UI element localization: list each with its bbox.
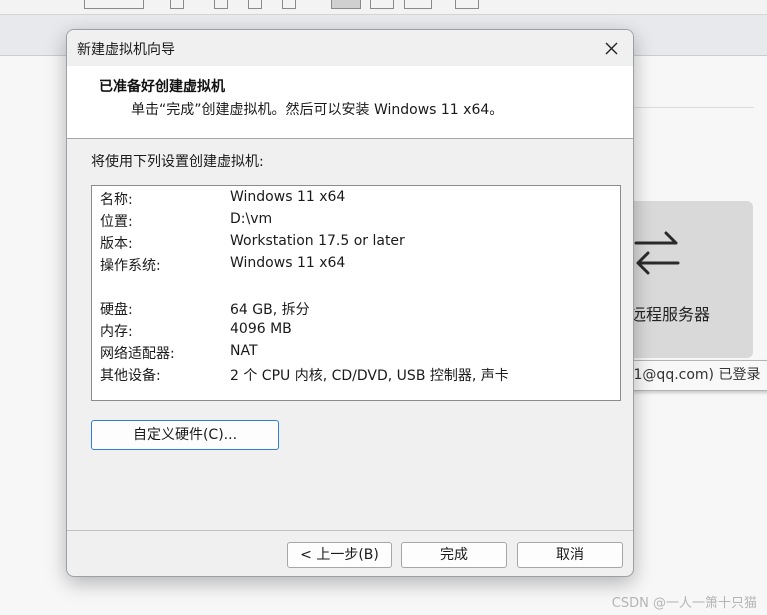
summary-label: 网络适配器: bbox=[100, 346, 175, 362]
settings-intro-text: 将使用下列设置创建虚拟机: bbox=[91, 154, 264, 170]
dialog-titlebar[interactable]: 新建虚拟机向导 bbox=[67, 30, 633, 66]
toolbar-icon bbox=[214, 0, 228, 9]
summary-value: 64 GB, 拆分 bbox=[230, 302, 310, 318]
new-vm-wizard-dialog: 新建虚拟机向导 已准备好创建虚拟机 单击“完成”创建虚拟机。然后可以安装 Win… bbox=[66, 29, 634, 577]
summary-label: 操作系统: bbox=[100, 258, 161, 274]
summary-label: 其他设备: bbox=[100, 368, 161, 384]
toolbar-icon bbox=[370, 0, 394, 9]
background-divider bbox=[634, 107, 754, 108]
close-icon bbox=[605, 42, 618, 55]
wizard-header: 已准备好创建虚拟机 单击“完成”创建虚拟机。然后可以安装 Windows 11 … bbox=[67, 66, 633, 139]
toolbar-icon bbox=[248, 0, 262, 9]
summary-label: 硬盘: bbox=[100, 302, 133, 318]
settings-summary-box[interactable]: 名称: Windows 11 x64 位置: D:\vm 版本: Worksta… bbox=[91, 185, 621, 401]
remote-server-card[interactable]: 远程服务器 bbox=[620, 201, 753, 358]
toolbar-icon bbox=[282, 0, 296, 9]
summary-value: Workstation 17.5 or later bbox=[230, 233, 405, 249]
summary-value: 4096 MB bbox=[230, 321, 292, 337]
toolbar-icon bbox=[331, 0, 361, 9]
toolbar-icon bbox=[84, 0, 144, 9]
close-button[interactable] bbox=[597, 34, 627, 62]
summary-value: NAT bbox=[230, 343, 258, 359]
toolbar-icon bbox=[455, 0, 479, 9]
background-toolbar bbox=[0, 0, 767, 15]
summary-label: 名称: bbox=[100, 192, 133, 208]
remote-server-label: 远程服务器 bbox=[630, 305, 711, 324]
back-button[interactable]: < 上一步(B) bbox=[287, 542, 392, 568]
header-subtitle: 单击“完成”创建虚拟机。然后可以安装 Windows 11 x64。 bbox=[131, 102, 504, 118]
summary-value: 2 个 CPU 内核, CD/DVD, USB 控制器, 声卡 bbox=[230, 368, 509, 384]
watermark: CSDN @一人一箫十只猫 bbox=[611, 596, 757, 611]
summary-label: 内存: bbox=[100, 324, 133, 340]
finish-button[interactable]: 完成 bbox=[401, 542, 507, 568]
summary-value: D:\vm bbox=[230, 211, 273, 227]
summary-value: Windows 11 x64 bbox=[230, 255, 346, 271]
footer-divider bbox=[67, 530, 633, 531]
transfer-arrows-icon bbox=[634, 231, 680, 275]
summary-label: 位置: bbox=[100, 214, 133, 230]
customize-hardware-button[interactable]: 自定义硬件(C)... bbox=[91, 420, 279, 450]
dialog-title: 新建虚拟机向导 bbox=[77, 42, 175, 58]
summary-label: 版本: bbox=[100, 236, 133, 252]
header-title: 已准备好创建虚拟机 bbox=[99, 79, 225, 95]
cancel-button[interactable]: 取消 bbox=[517, 542, 623, 568]
toolbar-icon bbox=[404, 0, 432, 9]
toolbar-icon bbox=[170, 0, 184, 9]
summary-value: Windows 11 x64 bbox=[230, 189, 346, 205]
